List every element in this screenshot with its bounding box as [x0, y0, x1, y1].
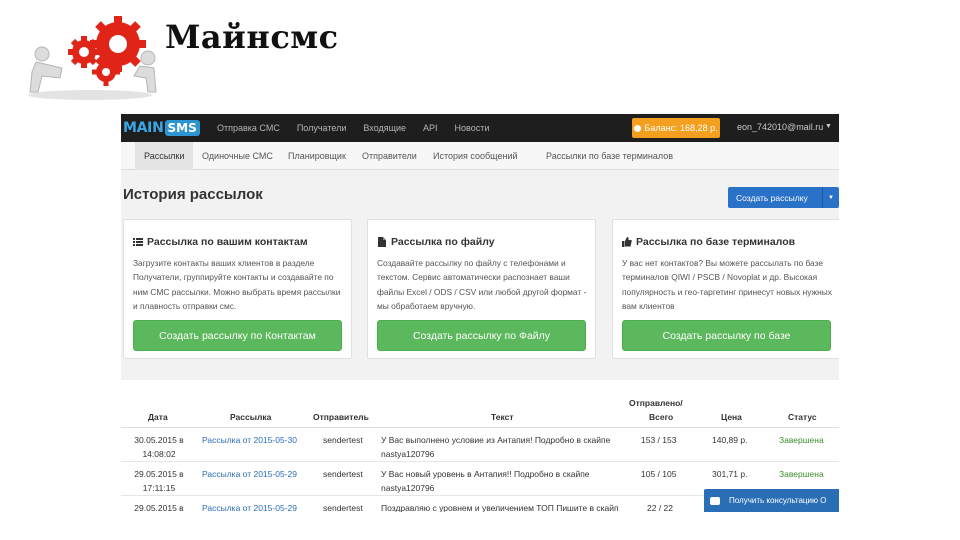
cell-sent: 105 / 105	[641, 469, 677, 479]
mainsms-logo[interactable]: MAIN SMS	[123, 118, 200, 138]
column-header-sent[interactable]: Отправлено/	[629, 398, 683, 408]
chat-bubble-icon	[710, 496, 720, 505]
balance-button[interactable]: Баланс: 168,28 р.	[632, 118, 720, 138]
card-title: Рассылка по вашим контактам	[133, 236, 308, 248]
cell-price: 140,89 р.	[712, 435, 748, 445]
cell-date: 29.05.2015 в	[134, 503, 184, 512]
card-title-text: Рассылка по базе терминалов	[636, 236, 796, 248]
cell-sender: sendertest	[323, 469, 363, 479]
sub-navbar: Рассылки Одиночные СМС Планировщик Отпра…	[121, 142, 839, 170]
card-file: Рассылка по файлу Создавайте рассылку по…	[367, 219, 596, 359]
create-by-file-button[interactable]: Создать рассылку по Файлу	[377, 320, 586, 351]
cell-status: Завершена	[779, 469, 824, 479]
card-title: Рассылка по базе терминалов	[622, 236, 795, 248]
nav-recipients[interactable]: Получатели	[297, 123, 347, 133]
cell-date: 30.05.2015 в 14:08:02	[134, 435, 184, 459]
cell-sender: sendertest	[323, 503, 363, 512]
card-title-text: Рассылка по файлу	[391, 236, 495, 248]
thumbs-up-icon	[622, 237, 632, 247]
column-header-total[interactable]: Всего	[649, 412, 673, 422]
cell-mailing-link[interactable]: Рассылка от 2015-05-29	[202, 501, 297, 512]
list-icon	[133, 238, 143, 246]
cell-sent: 22 / 22	[647, 503, 673, 512]
column-header-sender[interactable]: Отправитель	[313, 412, 369, 422]
logo-sms-text: SMS	[164, 120, 200, 136]
cell-mailing-link[interactable]: Рассылка от 2015-05-30	[202, 433, 297, 447]
column-header-date[interactable]: Дата	[148, 412, 168, 422]
tab-mailings[interactable]: Рассылки	[135, 142, 194, 170]
slide-title: Майнсмс	[165, 18, 339, 56]
consultation-label: Получить консультацию О	[729, 496, 827, 505]
table-row[interactable]: 30.05.2015 в 14:08:02 Рассылка от 2015-0…	[121, 429, 839, 462]
get-consultation-button[interactable]: Получить консультацию О	[704, 489, 839, 512]
cell-sent: 153 / 153	[641, 435, 677, 445]
card-description: Загрузите контакты ваших клиентов в разд…	[133, 258, 341, 311]
create-by-contacts-button[interactable]: Создать рассылку по Контактам	[133, 320, 342, 351]
logo-main-text: MAIN	[123, 120, 164, 136]
tab-senders[interactable]: Отправители	[362, 142, 417, 170]
cell-text: У Вас выполнено условие из Антапия! Подр…	[381, 435, 611, 459]
create-by-terminals-button[interactable]: Создать рассылку по базе	[622, 320, 831, 351]
card-terminals: Рассылка по базе терминалов У вас нет ко…	[612, 219, 839, 359]
cell-text: У Вас новый уровень в Антапия!! Подробно…	[381, 469, 590, 493]
user-menu[interactable]: eon_742010@mail.ru	[737, 122, 823, 132]
caret-down-icon[interactable]: ▼	[825, 123, 832, 130]
cell-sender: sendertest	[323, 435, 363, 445]
card-title: Рассылка по файлу	[377, 236, 495, 248]
create-mailing-label: Создать рассылку	[736, 192, 808, 203]
card-title-text: Рассылка по вашим контактам	[147, 236, 308, 248]
column-header-price[interactable]: Цена	[721, 412, 742, 422]
cell-date: 29.05.2015 в 17:11:15	[134, 469, 184, 493]
balance-label: Баланс: 168,28 р.	[644, 123, 718, 133]
card-description: Создавайте рассылку по файлу с телефонам…	[377, 258, 587, 311]
nav-inbox[interactable]: Входящие	[363, 123, 406, 133]
cell-text: Поздравляю с уровнем и увеличением ТОП П…	[381, 503, 619, 512]
gears-people-logo	[28, 16, 157, 100]
tab-scheduler[interactable]: Планировщик	[288, 142, 346, 170]
tab-terminal-mailings[interactable]: Рассылки по базе терминалов	[546, 142, 673, 170]
cell-price: 301,71 р.	[712, 469, 748, 479]
nav-news[interactable]: Новости	[455, 123, 490, 133]
create-mailing-button[interactable]: Создать рассылку ▼	[728, 187, 839, 208]
nav-api[interactable]: API	[423, 123, 438, 133]
card-contacts: Рассылка по вашим контактам Загрузите ко…	[123, 219, 352, 359]
caret-down-icon[interactable]: ▼	[823, 195, 839, 201]
column-header-mailing[interactable]: Рассылка	[230, 412, 271, 422]
cell-mailing-link[interactable]: Рассылка от 2015-05-29	[202, 467, 297, 481]
column-header-text[interactable]: Текст	[491, 412, 514, 422]
coin-icon	[634, 124, 642, 132]
mainsms-screenshot: MAIN SMS Отправка СМС Получатели Входящи…	[121, 114, 839, 512]
file-icon	[378, 237, 386, 247]
page-title: История рассылок	[123, 186, 263, 203]
nav-send-sms[interactable]: Отправка СМС	[217, 123, 280, 133]
column-header-status[interactable]: Статус	[788, 412, 817, 422]
card-description: У вас нет контактов? Вы можете рассылать…	[622, 258, 832, 311]
table-header-divider	[121, 427, 839, 428]
top-navbar: MAIN SMS Отправка СМС Получатели Входящи…	[121, 114, 839, 142]
tab-single-sms[interactable]: Одиночные СМС	[202, 142, 273, 170]
cell-status: Завершена	[779, 435, 824, 445]
tab-message-history[interactable]: История сообщений	[433, 142, 518, 170]
